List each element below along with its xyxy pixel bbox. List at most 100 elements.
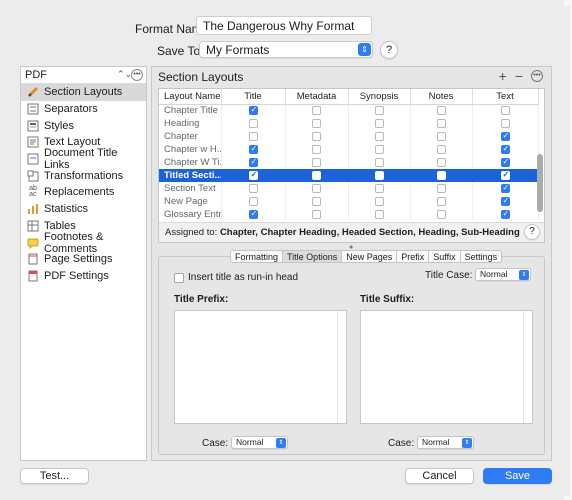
layout-checkbox[interactable]: [500, 118, 510, 128]
sidebar-item-footnotes-comments[interactable]: Footnotes & Comments: [21, 231, 146, 255]
layout-checkbox[interactable]: [312, 131, 321, 141]
table-row[interactable]: Titled Secti...: [159, 169, 539, 182]
layout-checkbox[interactable]: [436, 170, 446, 180]
layout-checkbox[interactable]: [374, 106, 384, 116]
layout-checkbox[interactable]: [436, 196, 446, 206]
layout-checkbox[interactable]: [500, 183, 510, 193]
layout-checkbox[interactable]: [248, 157, 258, 167]
column-header[interactable]: Synopsis: [348, 89, 411, 105]
add-icon[interactable]: +: [499, 68, 507, 84]
layout-checkbox[interactable]: [436, 209, 446, 219]
tab-new-pages[interactable]: New Pages: [342, 250, 398, 263]
tab-formatting[interactable]: Formatting: [230, 250, 284, 263]
layout-checkbox[interactable]: [312, 209, 321, 219]
sidebar-item-styles[interactable]: Styles: [21, 117, 146, 134]
table-row[interactable]: Chapter W Ti...: [159, 156, 539, 169]
layout-checkbox[interactable]: [500, 157, 510, 167]
title-suffix-textarea[interactable]: [360, 310, 533, 424]
layout-checkbox[interactable]: [312, 157, 321, 167]
layout-checkbox[interactable]: [248, 118, 258, 128]
layout-checkbox[interactable]: [248, 170, 258, 180]
layout-checkbox[interactable]: [312, 118, 321, 128]
layout-checkbox[interactable]: [374, 157, 384, 167]
more-icon[interactable]: •••: [531, 70, 543, 82]
column-header[interactable]: Notes: [410, 89, 473, 105]
column-header[interactable]: Layout Name: [159, 89, 222, 105]
layout-checkbox[interactable]: [374, 131, 384, 141]
layout-checkbox[interactable]: [374, 118, 384, 128]
table-row[interactable]: Glossary Entry: [159, 208, 539, 221]
textarea-scrollbar[interactable]: [337, 311, 346, 423]
table-row[interactable]: New Page: [159, 195, 539, 208]
layout-checkbox[interactable]: [312, 183, 321, 193]
sidebar-item-replacements[interactable]: ab ac Replacements: [21, 184, 146, 201]
test-button[interactable]: Test...: [20, 468, 89, 484]
column-header[interactable]: Text: [472, 89, 539, 105]
tab-settings[interactable]: Settings: [460, 250, 503, 263]
sidebar-item-document-title-links[interactable]: Document Title Links: [21, 147, 146, 171]
tab-title-options[interactable]: Title Options: [283, 250, 343, 263]
tab-prefix[interactable]: Prefix: [397, 250, 430, 263]
layout-checkbox[interactable]: [248, 105, 258, 116]
table-row[interactable]: Chapter w H...: [159, 143, 539, 156]
sidebar-item-separators[interactable]: Separators: [21, 101, 146, 118]
prefix-case-select[interactable]: Normal ⇕: [231, 436, 288, 449]
layout-checkbox[interactable]: [500, 209, 510, 219]
layout-checkbox[interactable]: [312, 144, 321, 154]
check-cell: [348, 117, 411, 130]
layout-checkbox[interactable]: [500, 196, 510, 206]
table-row[interactable]: Chapter Title: [159, 104, 539, 117]
layout-checkbox[interactable]: [248, 131, 258, 141]
layout-checkbox[interactable]: [248, 196, 258, 206]
format-type-dropdown[interactable]: PDF ⌃⌄ •••: [21, 67, 146, 84]
assigned-help-button[interactable]: ?: [524, 224, 540, 240]
layout-checkbox[interactable]: [248, 183, 258, 193]
remove-icon[interactable]: −: [515, 68, 523, 84]
cancel-button[interactable]: Cancel: [405, 468, 474, 484]
layout-checkbox[interactable]: [374, 196, 384, 206]
suffix-case-select[interactable]: Normal ⇕: [417, 436, 474, 449]
more-icon[interactable]: •••: [131, 69, 143, 81]
layout-checkbox[interactable]: [312, 106, 321, 116]
sidebar-item-section-layouts[interactable]: Section Layouts: [21, 84, 146, 101]
layout-checkbox[interactable]: [500, 144, 510, 154]
column-header[interactable]: Metadata: [285, 89, 349, 105]
check-cell: [285, 169, 349, 182]
table-row[interactable]: Chapter: [159, 130, 539, 143]
format-name-field[interactable]: The Dangerous Why Format: [196, 16, 372, 35]
sidebar-item-pdf-settings[interactable]: PDF Settings: [21, 268, 146, 285]
tab-suffix[interactable]: Suffix: [429, 250, 461, 263]
layout-checkbox[interactable]: [500, 170, 510, 180]
layout-checkbox[interactable]: [374, 170, 384, 180]
header-help-button[interactable]: ?: [380, 41, 398, 59]
title-prefix-textarea[interactable]: [174, 310, 347, 424]
layout-checkbox[interactable]: [248, 144, 258, 154]
layout-checkbox[interactable]: [248, 209, 258, 219]
runin-checkbox[interactable]: [174, 273, 184, 283]
layout-checkbox[interactable]: [436, 144, 446, 154]
assigned-value: Chapter, Chapter Heading, Headed Section…: [219, 227, 520, 238]
check-cell: [472, 208, 539, 221]
save-button[interactable]: Save: [483, 468, 552, 484]
scrollbar-thumb[interactable]: [537, 154, 543, 212]
table-row[interactable]: Section Text: [159, 182, 539, 195]
textarea-scrollbar[interactable]: [523, 311, 532, 423]
layout-checkbox[interactable]: [312, 196, 321, 206]
layout-checkbox[interactable]: [436, 131, 446, 141]
layout-checkbox[interactable]: [374, 144, 384, 154]
save-to-select[interactable]: My Formats ⇕: [199, 41, 373, 58]
layout-checkbox[interactable]: [500, 131, 510, 141]
layout-checkbox[interactable]: [312, 170, 321, 180]
layout-checkbox[interactable]: [436, 106, 446, 116]
layout-checkbox[interactable]: [436, 183, 446, 193]
sidebar-item-statistics[interactable]: Statistics: [21, 201, 146, 218]
layout-checkbox[interactable]: [374, 183, 384, 193]
table-scrollbar[interactable]: [537, 105, 543, 221]
layout-checkbox[interactable]: [436, 157, 446, 167]
column-header[interactable]: Title: [221, 89, 286, 105]
layout-checkbox[interactable]: [436, 118, 446, 128]
table-row[interactable]: Heading: [159, 117, 539, 130]
layout-checkbox[interactable]: [500, 106, 510, 116]
layout-checkbox[interactable]: [374, 209, 384, 219]
title-case-select[interactable]: Normal ⇕: [475, 268, 531, 281]
